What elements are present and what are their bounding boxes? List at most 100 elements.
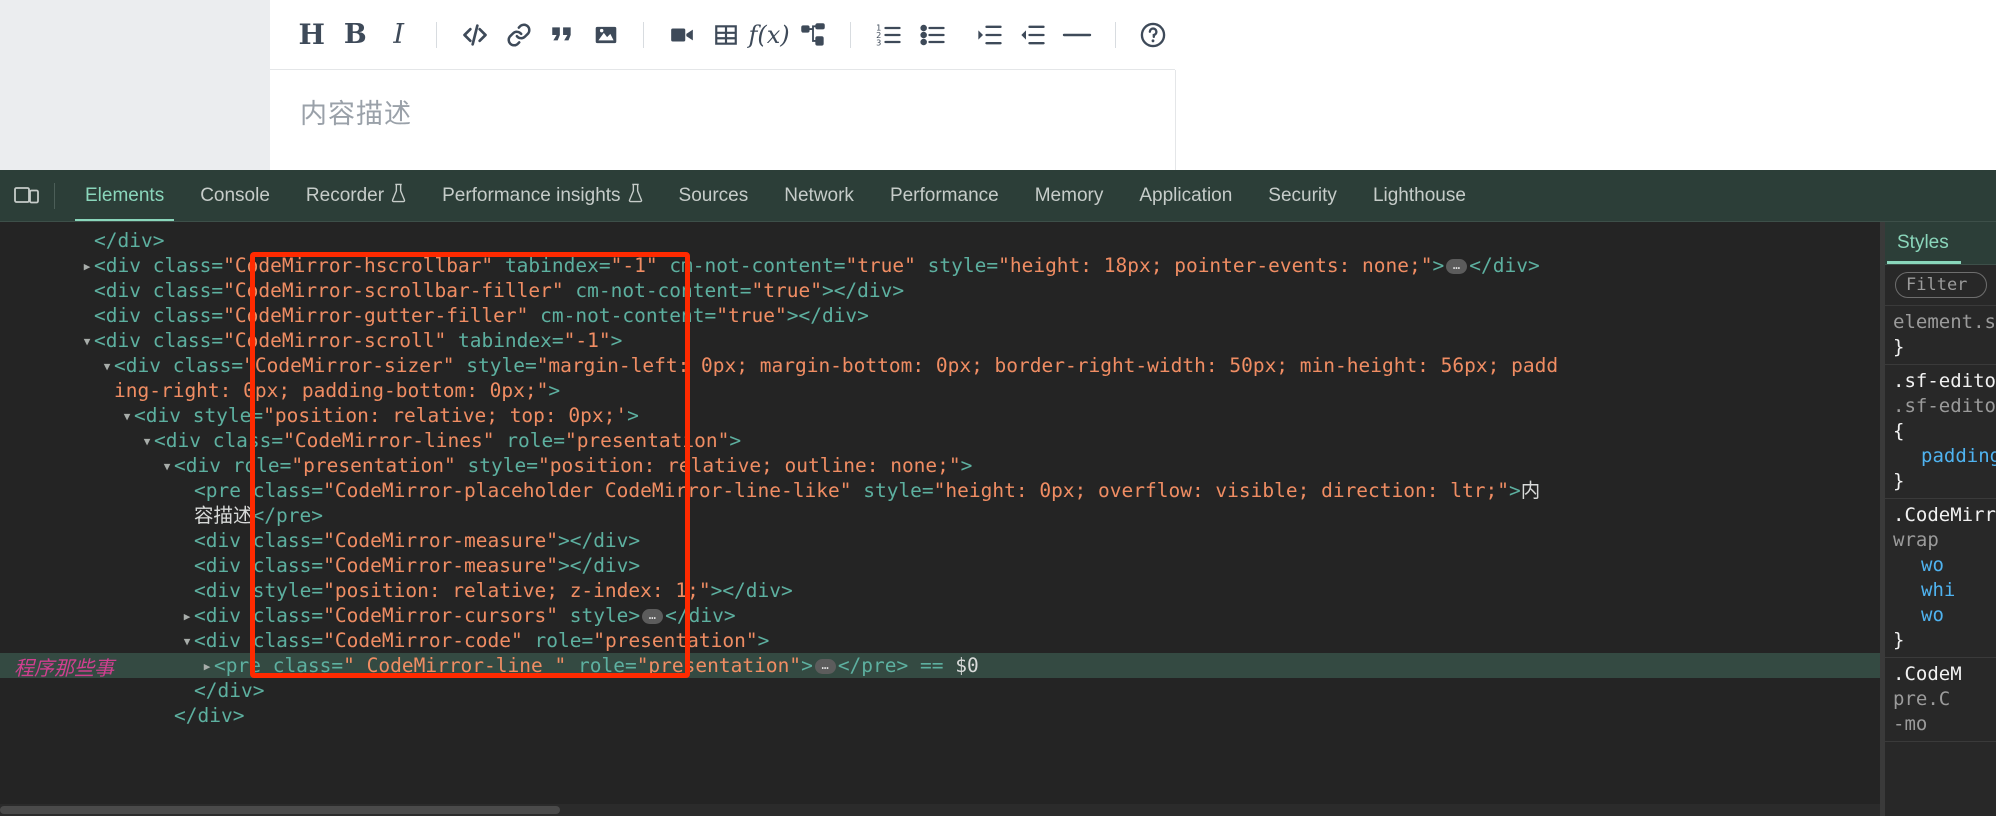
video-icon[interactable] (660, 13, 703, 57)
devtools-tab-bar: Elements Console Recorder Performance insig… (0, 170, 1996, 222)
dom-tag: > (1432, 254, 1445, 277)
mindmap-icon[interactable] (791, 13, 834, 57)
code-icon[interactable] (453, 13, 496, 57)
devtools-tabs: Elements Console Recorder Performance insig… (67, 170, 1484, 221)
style-rule-line: wo (1921, 604, 1944, 626)
collapse-triangle-icon[interactable] (180, 629, 194, 654)
dom-node[interactable]: <div class="CodeMirror-scroll" tabindex=… (0, 328, 1880, 353)
tab-lighthouse[interactable]: Lighthouse (1355, 170, 1484, 221)
device-toolbar-icon[interactable] (14, 183, 40, 209)
dom-eq: = (311, 554, 324, 577)
tab-security[interactable]: Security (1250, 170, 1355, 221)
tab-sources[interactable]: Sources (661, 170, 767, 221)
bold-button[interactable]: B (333, 13, 376, 57)
tab-performance[interactable]: Performance (872, 170, 1017, 221)
style-rule-line: .sf-editor-con (1893, 370, 1996, 392)
dom-attr: tabindex (504, 254, 599, 277)
dom-node[interactable]: <div style="position: relative; z-index:… (0, 578, 1880, 603)
dom-node[interactable]: <div class="CodeMirror-lines" role="pres… (0, 428, 1880, 453)
dom-attr: cm-not-content (575, 279, 740, 302)
tab-memory[interactable]: Memory (1017, 170, 1122, 221)
dom-val: "true" (716, 304, 787, 327)
dom-val: "CodeMirror-measure" (323, 529, 558, 552)
indent-icon[interactable] (968, 13, 1011, 57)
dom-attr: class (252, 629, 312, 652)
tab-styles[interactable]: Styles (1885, 222, 1961, 264)
dom-eq: = (211, 279, 224, 302)
dom-node[interactable]: ing-right: 0px; padding-bottom: 0px;"> (0, 378, 1880, 403)
styles-pane[interactable]: Styles Filter element.style {}.sf-editor… (1884, 222, 1996, 816)
dom-tag: <div (134, 404, 193, 427)
tab-console[interactable]: Console (182, 170, 288, 221)
expand-triangle-icon[interactable] (180, 604, 194, 629)
dom-tag: ></div> (710, 579, 793, 602)
formula-icon[interactable]: f(x) (747, 13, 790, 57)
dom-eq: = (311, 629, 324, 652)
scrollbar-thumb[interactable] (0, 806, 560, 814)
style-rule[interactable]: .sf-editor-con .sf-editor-con {padding} (1885, 365, 1996, 499)
dom-node-selected[interactable]: <pre class=" CodeMirror-line " role="pre… (0, 653, 1880, 678)
dom-node[interactable]: 容描述</pre> (0, 503, 1880, 528)
expand-triangle-icon[interactable] (200, 654, 214, 679)
dom-node[interactable]: <div class="CodeMirror-gutter-filler" cm… (0, 303, 1880, 328)
dom-node[interactable]: <div class="CodeMirror-measure"></div> (0, 553, 1880, 578)
bullet-list-icon[interactable] (911, 13, 954, 57)
dom-attr: class (152, 254, 212, 277)
dom-node[interactable]: <div class="CodeMirror-code" role="prese… (0, 628, 1880, 653)
link-icon[interactable] (497, 13, 540, 57)
styles-filter-input[interactable]: Filter (1895, 272, 1987, 298)
horizontal-rule-icon[interactable] (1055, 13, 1098, 57)
dom-val: "CodeMirror-hscrollbar" (223, 254, 494, 277)
dom-node[interactable]: </div> (0, 703, 1880, 728)
italic-button[interactable]: I (377, 13, 420, 57)
dom-tag: <div (94, 329, 153, 352)
dom-eq: = (271, 429, 284, 452)
dom-node[interactable]: <pre class="CodeMirror-placeholder CodeM… (0, 478, 1880, 503)
expand-triangle-icon[interactable] (80, 254, 94, 279)
heading-button[interactable]: H (290, 13, 333, 57)
dom-node[interactable]: <div class="CodeMirror-sizer" style="mar… (0, 353, 1880, 378)
dom-node[interactable]: </div> (0, 678, 1880, 703)
collapse-triangle-icon[interactable] (160, 454, 174, 479)
dom-node[interactable]: <div class="CodeMirror-cursors" style>…<… (0, 603, 1880, 628)
dom-attr: class (152, 304, 212, 327)
dom-tag: <div (154, 429, 213, 452)
table-icon[interactable] (704, 13, 747, 57)
dom-eq: = (598, 254, 611, 277)
tab-recorder[interactable]: Recorder (288, 170, 424, 221)
tabbar-divider (54, 182, 55, 209)
dom-eq: = (553, 429, 565, 452)
dom-node[interactable]: <div class="CodeMirror-scrollbar-filler"… (0, 278, 1880, 303)
tab-performance-insights[interactable]: Performance insights (424, 170, 660, 221)
style-rule[interactable]: .CodeMirror wrap wo whi wo} (1885, 499, 1996, 658)
dom-plain (658, 254, 670, 277)
ellipsis-badge-icon[interactable]: … (1446, 259, 1468, 274)
image-icon[interactable] (584, 13, 627, 57)
dom-tree-pane[interactable]: </div><div class="CodeMirror-hscrollbar"… (0, 222, 1880, 816)
dom-node[interactable]: <div class = "CodeMirror-hscrollbar" tabin… (0, 253, 1880, 278)
dom-node[interactable]: <div style="position: relative; top: 0px… (0, 403, 1880, 428)
dom-node[interactable]: <div class="CodeMirror-measure"></div> (0, 528, 1880, 553)
collapse-triangle-icon[interactable] (80, 329, 94, 354)
editor-content-area[interactable]: 内容描述 (270, 70, 1176, 170)
style-rule[interactable]: element.style {} (1885, 306, 1996, 365)
style-rule[interactable]: .CodeM pre.C -mo (1885, 658, 1996, 742)
dom-horizontal-scrollbar[interactable] (0, 804, 1880, 816)
dom-node[interactable]: </div> (0, 228, 1880, 253)
ordered-list-icon[interactable]: 123 (867, 13, 910, 57)
outdent-icon[interactable] (1012, 13, 1055, 57)
collapse-triangle-icon[interactable] (140, 429, 154, 454)
collapse-triangle-icon[interactable] (100, 354, 114, 379)
dom-tag: <div (94, 254, 153, 277)
dom-val: "CodeMirror-code" (323, 629, 523, 652)
collapse-triangle-icon[interactable] (120, 404, 134, 429)
tab-elements[interactable]: Elements (67, 170, 182, 221)
ellipsis-badge-icon[interactable]: … (814, 659, 836, 674)
tab-application[interactable]: Application (1121, 170, 1250, 221)
quote-icon[interactable] (540, 13, 583, 57)
ellipsis-badge-icon[interactable]: … (642, 609, 664, 624)
dom-node[interactable]: <div role="presentation" style="position… (0, 453, 1880, 478)
help-icon[interactable] (1132, 13, 1175, 57)
dom-val: "presentation" (291, 454, 456, 477)
tab-network[interactable]: Network (766, 170, 872, 221)
